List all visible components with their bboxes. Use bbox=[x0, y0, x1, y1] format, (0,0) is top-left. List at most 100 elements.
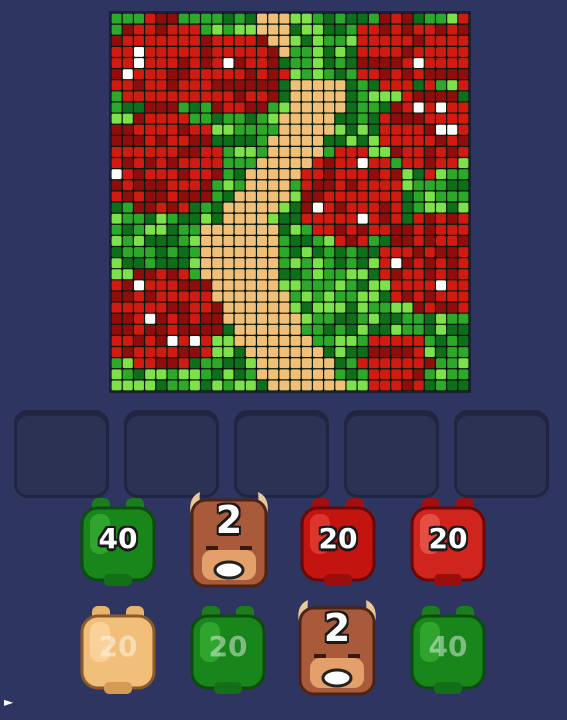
pixel-cell bbox=[201, 158, 212, 169]
slot-3[interactable] bbox=[234, 410, 329, 498]
pixel-cell bbox=[178, 113, 189, 124]
pixel-cell bbox=[145, 247, 156, 257]
pixel-cell bbox=[402, 224, 413, 235]
slot-5[interactable] bbox=[454, 410, 549, 498]
pixel-cell bbox=[268, 69, 279, 80]
piece-red-jar-20[interactable]: 20 bbox=[298, 496, 378, 590]
pixel-cell bbox=[458, 213, 469, 224]
pixel-cell bbox=[111, 258, 122, 269]
pixel-cell bbox=[156, 313, 167, 324]
pixel-cell bbox=[167, 258, 178, 269]
pixel-cell bbox=[223, 347, 234, 358]
pixel-cell bbox=[201, 291, 212, 302]
pixel-cell bbox=[111, 158, 122, 169]
pixel-cell bbox=[290, 35, 301, 46]
pixel-cell bbox=[279, 102, 290, 113]
pixel-cell bbox=[223, 202, 234, 213]
pixel-cell bbox=[458, 380, 469, 391]
pixel-cell bbox=[312, 80, 323, 91]
pixel-cell bbox=[201, 280, 212, 291]
pixel-cell bbox=[324, 302, 335, 313]
pixel-cell bbox=[413, 302, 424, 313]
pixel-cell bbox=[234, 380, 245, 391]
pixel-cell bbox=[268, 235, 279, 246]
pixel-cell bbox=[380, 158, 391, 169]
pixel-cell bbox=[368, 324, 379, 335]
pixel-cell bbox=[279, 247, 290, 257]
pixel-cell bbox=[301, 336, 312, 346]
pixel-cell bbox=[335, 213, 346, 224]
pixel-cell bbox=[268, 169, 279, 180]
pixel-cell bbox=[312, 46, 323, 57]
pixel-cell bbox=[357, 113, 368, 124]
pixel-cell bbox=[447, 191, 458, 202]
pixel-cell bbox=[402, 302, 413, 313]
pixel-cell bbox=[290, 102, 301, 113]
pixel-cell bbox=[335, 169, 346, 180]
pixel-cell bbox=[122, 213, 133, 224]
pixel-cell bbox=[257, 302, 268, 313]
pixel-cell bbox=[290, 80, 301, 91]
pixel-cell bbox=[133, 336, 144, 346]
pixel-cell bbox=[368, 191, 379, 202]
pixel-cell bbox=[324, 202, 335, 213]
pixel-cell bbox=[458, 336, 469, 346]
pixel-cell bbox=[223, 169, 234, 180]
piece-bull-2[interactable]: 2 bbox=[186, 490, 272, 590]
pixel-cell bbox=[201, 102, 212, 113]
pixel-cell bbox=[301, 124, 312, 135]
pixel-cell bbox=[402, 269, 413, 280]
pixel-cell bbox=[357, 358, 368, 369]
pixel-cell bbox=[212, 69, 223, 80]
slot-2[interactable] bbox=[124, 410, 219, 498]
pixel-cell bbox=[301, 302, 312, 313]
slot-1[interactable] bbox=[14, 410, 109, 498]
pixel-cell bbox=[234, 336, 245, 346]
pixel-cell bbox=[424, 280, 435, 291]
pixel-cell bbox=[301, 224, 312, 235]
pixel-cell bbox=[201, 91, 212, 102]
pixel-cell bbox=[189, 235, 200, 246]
pixel-art-board bbox=[109, 11, 471, 393]
pixel-cell bbox=[346, 324, 357, 335]
pixel-cell bbox=[458, 124, 469, 135]
pixel-cell bbox=[324, 336, 335, 346]
pixel-cell bbox=[458, 69, 469, 80]
pixel-cell bbox=[413, 224, 424, 235]
piece-red-jar-20[interactable]: 20 bbox=[408, 496, 488, 590]
pixel-cell bbox=[257, 58, 268, 68]
piece-bull-2[interactable]: 2 bbox=[294, 598, 380, 698]
pixel-cell bbox=[346, 135, 357, 146]
pixel-cell bbox=[279, 24, 290, 35]
pixel-cell bbox=[223, 324, 234, 335]
pixel-cell bbox=[257, 224, 268, 235]
pixel-cell bbox=[357, 369, 368, 380]
pixel-cell bbox=[413, 135, 424, 146]
pixel-cell bbox=[391, 269, 402, 280]
pixel-cell bbox=[380, 313, 391, 324]
pixel-cell bbox=[178, 180, 189, 191]
pixel-cell bbox=[145, 158, 156, 169]
pixel-cell bbox=[447, 13, 458, 24]
pixel-cell bbox=[257, 369, 268, 380]
pixel-cell bbox=[380, 358, 391, 369]
pixel-cell bbox=[391, 302, 402, 313]
pixel-cell bbox=[189, 124, 200, 135]
pixel-cell bbox=[324, 191, 335, 202]
pixel-cell bbox=[111, 135, 122, 146]
pixel-cell bbox=[368, 380, 379, 391]
pixel-cell bbox=[201, 247, 212, 257]
pixel-cell bbox=[447, 358, 458, 369]
slot-4[interactable] bbox=[344, 410, 439, 498]
pixel-cell bbox=[447, 46, 458, 57]
pixel-cell bbox=[335, 313, 346, 324]
pixel-cell bbox=[436, 124, 447, 135]
pixel-cell bbox=[424, 46, 435, 57]
pixel-cell bbox=[178, 347, 189, 358]
pixel-cell bbox=[301, 13, 312, 24]
piece-green-jar-40[interactable]: 40 bbox=[78, 496, 158, 590]
pixel-cell bbox=[424, 124, 435, 135]
pixel-cell bbox=[436, 247, 447, 257]
pixel-cell bbox=[257, 358, 268, 369]
pixel-cell bbox=[234, 102, 245, 113]
